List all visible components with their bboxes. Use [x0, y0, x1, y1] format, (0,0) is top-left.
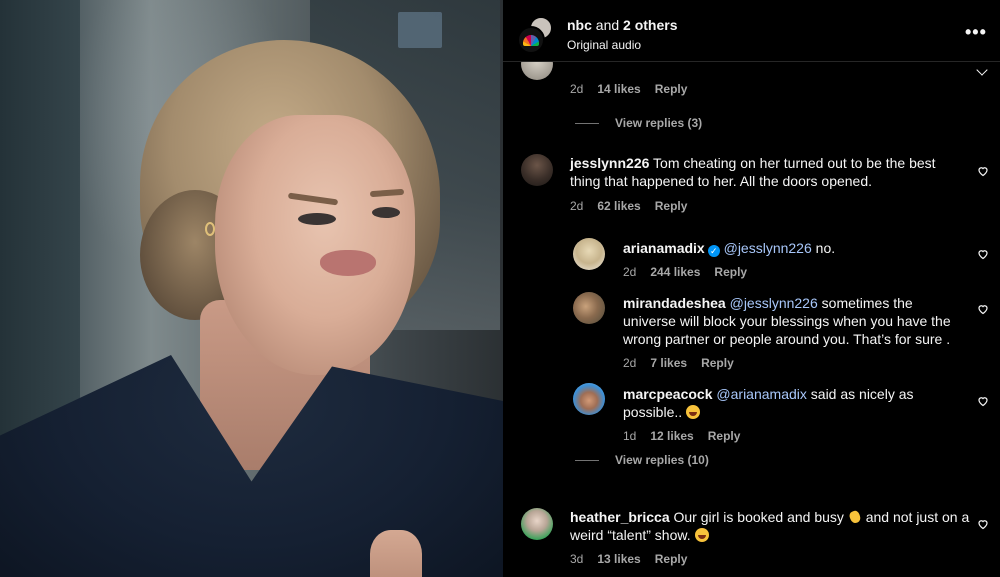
reply-text: no. [811, 240, 836, 256]
like-heart-icon[interactable] [977, 164, 989, 177]
reply-meta: 2d 244 likes Reply [623, 265, 747, 279]
view-replies-button[interactable]: View replies (10) [575, 453, 709, 467]
comment-body: jesslynn226 Tom cheating on her turned o… [570, 154, 950, 190]
reply-button[interactable]: Reply [655, 199, 688, 213]
nbc-peacock-icon [523, 34, 539, 46]
reply-meta: 1d 12 likes Reply [623, 429, 740, 443]
chevron-down-icon[interactable] [976, 64, 988, 76]
reply-likes[interactable]: 244 likes [650, 265, 700, 279]
reply-body: arianamadix ✓ @jesslynn226 no. [623, 239, 963, 257]
like-heart-icon[interactable] [977, 394, 989, 407]
reply-username[interactable]: mirandadeshea [623, 295, 726, 311]
comment-username[interactable]: heather_bricca [570, 509, 670, 525]
like-heart-icon[interactable] [977, 517, 989, 530]
comment-text-line1: Our girl is booked and busy [673, 509, 848, 525]
comment-likes[interactable]: 14 likes [597, 82, 640, 96]
owner-conjunction: and [591, 17, 624, 33]
reply-button[interactable]: Reply [655, 82, 688, 96]
collab-avatars[interactable] [517, 16, 555, 54]
comment-meta: 2d 14 likes Reply [570, 82, 687, 96]
comment-avatar[interactable] [521, 508, 553, 540]
reply-time: 2d [623, 265, 637, 279]
laughing-face-icon [694, 528, 709, 542]
reply-username[interactable]: arianamadix [623, 240, 705, 256]
woman-face [215, 115, 415, 375]
woman-eye-left [298, 213, 336, 225]
woman-eye-right [372, 207, 400, 218]
reply-button[interactable]: Reply [655, 552, 688, 566]
reply-button[interactable]: Reply [708, 429, 741, 443]
reply-body: mirandadeshea @jesslynn226 sometimes the… [623, 294, 968, 348]
collaborators-link[interactable]: 2 others [623, 17, 677, 33]
owner-username[interactable]: nbc [567, 17, 592, 33]
laughing-face-icon [686, 405, 701, 419]
woman-lips [320, 250, 376, 276]
post-header: nbc and 2 others Original audio ••• [503, 0, 1000, 62]
comment-body: heather_bricca Our girl is booked and bu… [570, 508, 970, 544]
reply-time: 2d [623, 356, 637, 370]
reply-body: marcpeacock @arianamadix said as nicely … [623, 385, 923, 421]
reply-button[interactable]: Reply [714, 265, 747, 279]
comment-time: 2d [570, 82, 584, 96]
divider-line [575, 122, 599, 124]
woman-earring [205, 222, 215, 236]
comment-time: 3d [570, 552, 584, 566]
like-heart-icon[interactable] [977, 247, 989, 260]
mention-link[interactable]: @jesslynn226 [724, 240, 812, 256]
post-owner: nbc and 2 others [567, 17, 678, 33]
reply-avatar[interactable] [573, 292, 605, 324]
verified-badge-icon: ✓ [707, 245, 720, 257]
comment-meta: 3d 13 likes Reply [570, 552, 687, 566]
nbc-avatar [517, 26, 545, 54]
reply-likes[interactable]: 7 likes [650, 356, 687, 370]
comment-avatar[interactable] [521, 154, 553, 186]
comments-panel: nbc and 2 others Original audio ••• 2d 1… [503, 0, 1000, 577]
view-replies-label: View replies (10) [615, 453, 709, 467]
comment-text-line1-after: and not just on [861, 509, 958, 525]
comment-username[interactable]: jesslynn226 [570, 155, 649, 171]
more-options-icon[interactable]: ••• [965, 22, 987, 43]
reply-text-line1: said as nicely as [806, 386, 914, 402]
background-sign [398, 12, 442, 48]
mention-link[interactable]: @arianamadix [716, 386, 806, 402]
comment-likes[interactable]: 13 likes [597, 552, 640, 566]
reply-meta: 2d 7 likes Reply [623, 356, 734, 370]
comment-likes[interactable]: 62 likes [597, 199, 640, 213]
comment-meta: 2d 62 likes Reply [570, 199, 687, 213]
reply-likes[interactable]: 12 likes [650, 429, 693, 443]
woman-hand [370, 530, 422, 577]
reply-avatar[interactable] [573, 238, 605, 270]
reply-time: 1d [623, 429, 637, 443]
reel-video[interactable] [0, 0, 503, 577]
comments-list[interactable]: 2d 14 likes Reply View replies (3) jessl… [503, 48, 1000, 577]
mention-link[interactable]: @jesslynn226 [730, 295, 818, 311]
waving-hand-icon [848, 510, 862, 524]
reply-username[interactable]: marcpeacock [623, 386, 713, 402]
comment-time: 2d [570, 199, 584, 213]
reply-button[interactable]: Reply [701, 356, 734, 370]
divider-line [575, 459, 599, 461]
like-heart-icon[interactable] [977, 302, 989, 315]
reply-avatar[interactable] [573, 383, 605, 415]
view-replies-label: View replies (3) [615, 116, 703, 130]
reply-text-rest: possible.. [623, 404, 687, 420]
audio-link[interactable]: Original audio [567, 38, 641, 52]
view-replies-button[interactable]: View replies (3) [575, 116, 702, 130]
